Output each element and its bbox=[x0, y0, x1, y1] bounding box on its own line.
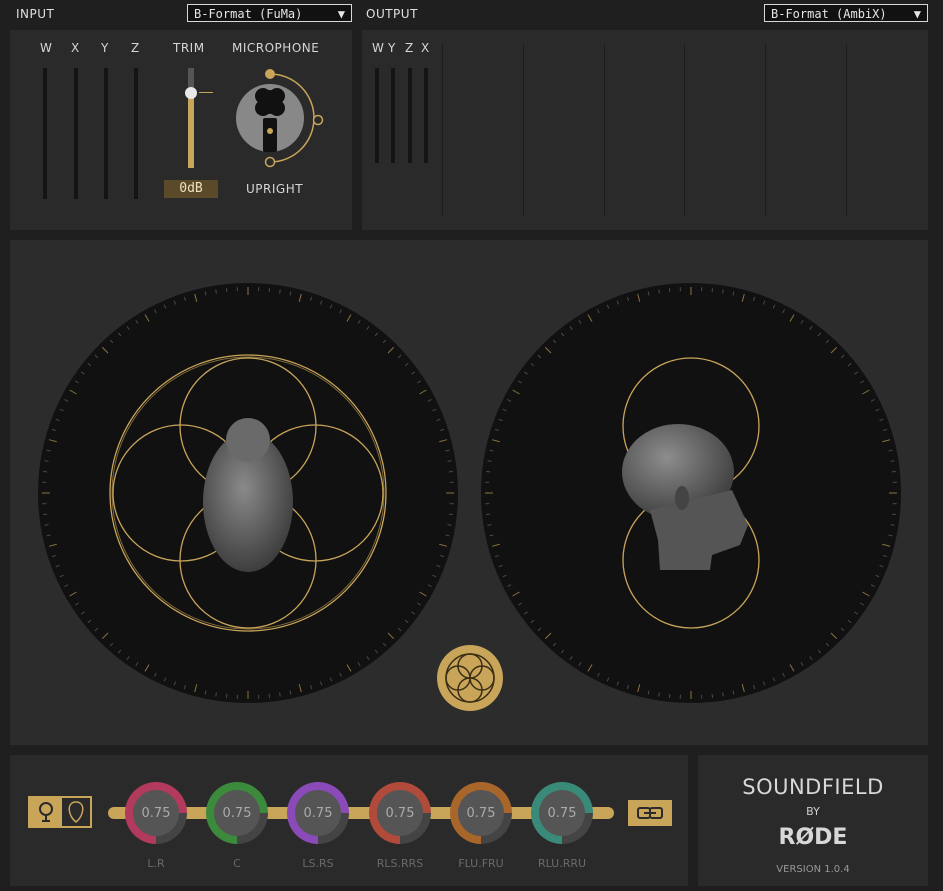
input-meter-y bbox=[104, 68, 108, 199]
output-grid-line bbox=[846, 44, 847, 216]
brand-name: RØDE bbox=[778, 825, 848, 850]
soundfield-logo-icon[interactable] bbox=[437, 645, 503, 711]
microphone-icon bbox=[236, 84, 304, 152]
trim-slider-handle[interactable] bbox=[185, 87, 197, 99]
input-format-value: B-Format (FuMa) bbox=[194, 7, 303, 21]
polar-tick bbox=[722, 692, 724, 697]
input-panel: W X Y Z TRIM 0dB MICROPHONE UPRIGHT bbox=[10, 30, 352, 230]
out-meter-label-w: W bbox=[372, 41, 385, 55]
polar-tick bbox=[890, 460, 895, 462]
cardioid-icon[interactable] bbox=[62, 800, 90, 824]
chevron-down-icon: ▼ bbox=[337, 7, 345, 21]
output-meter-w bbox=[375, 68, 379, 163]
input-format-select[interactable]: B-Format (FuMa) ▼ bbox=[187, 4, 352, 22]
microphone-label: MICROPHONE bbox=[232, 41, 320, 55]
decoder-value: 0.75 bbox=[295, 790, 341, 836]
meter-label-z: Z bbox=[131, 41, 140, 55]
input-meter-w bbox=[43, 68, 47, 199]
decoder-label: L.R bbox=[147, 857, 165, 870]
polar-tick bbox=[658, 289, 660, 294]
decoder-label: FLU.FRU bbox=[458, 857, 504, 870]
decoder-value: 0.75 bbox=[539, 790, 585, 836]
link-icon bbox=[637, 807, 663, 819]
brand-by: BY bbox=[806, 805, 820, 818]
input-meter-z bbox=[134, 68, 138, 199]
output-format-value: B-Format (AmbiX) bbox=[771, 7, 887, 21]
microphone-orientation-label: UPRIGHT bbox=[246, 182, 304, 196]
output-grid-line bbox=[765, 44, 766, 216]
polar-tick bbox=[447, 524, 452, 526]
top-view-polar[interactable] bbox=[38, 283, 458, 703]
microphone-orientation-control[interactable] bbox=[234, 68, 330, 170]
polar-tick bbox=[44, 524, 49, 526]
output-format-select[interactable]: B-Format (AmbiX) ▼ bbox=[764, 4, 928, 22]
out-meter-label-z: Z bbox=[405, 41, 414, 55]
input-meter-x bbox=[74, 68, 78, 199]
output-grid-line bbox=[684, 44, 685, 216]
output-meter-x bbox=[424, 68, 428, 163]
decoder-value: 0.75 bbox=[377, 790, 423, 836]
decoder-value: 0.75 bbox=[458, 790, 504, 836]
polar-tick bbox=[279, 289, 281, 294]
polar-tick bbox=[722, 289, 724, 294]
meter-label-y: Y bbox=[101, 41, 109, 55]
decoder-dial[interactable]: 0.75 bbox=[369, 782, 431, 844]
polar-views bbox=[38, 283, 901, 711]
output-grid-line bbox=[523, 44, 524, 216]
decoder-value: 0.75 bbox=[214, 790, 260, 836]
version-text: VERSION 1.0.4 bbox=[776, 864, 850, 875]
out-meter-label-y: Y bbox=[388, 41, 396, 55]
chevron-down-icon: ▼ bbox=[913, 7, 921, 21]
decoder-dial[interactable]: 0.75 bbox=[287, 782, 349, 844]
output-grid-line bbox=[604, 44, 605, 216]
polar-tick bbox=[279, 692, 281, 697]
polar-tick bbox=[215, 692, 217, 697]
output-meter-y bbox=[391, 68, 395, 163]
brand-title: SOUNDFIELD bbox=[742, 775, 884, 799]
side-view-polar[interactable] bbox=[481, 283, 901, 703]
meter-label-x: X bbox=[71, 41, 80, 55]
decoder-dial[interactable]: 0.75 bbox=[125, 782, 187, 844]
decoder-label: RLU.RRU bbox=[537, 857, 587, 870]
output-panel: W Y Z X bbox=[362, 30, 928, 230]
polar-tick bbox=[658, 692, 660, 697]
polar-tick bbox=[215, 289, 217, 294]
polar-tick bbox=[487, 524, 492, 526]
polar-tick bbox=[890, 524, 895, 526]
mic-pattern-icon[interactable] bbox=[32, 800, 60, 824]
decoder-value: 0.75 bbox=[133, 790, 179, 836]
decoder-label: LS.RS bbox=[302, 857, 334, 870]
output-grid-line bbox=[442, 44, 443, 216]
polar-tick bbox=[44, 460, 49, 462]
output-meter-z bbox=[408, 68, 412, 163]
decoder-dial[interactable]: 0.75 bbox=[450, 782, 512, 844]
polar-tick bbox=[487, 460, 492, 462]
decoder-label: RLS.RRS bbox=[376, 857, 424, 870]
decoder-dial[interactable]: 0.75 bbox=[206, 782, 268, 844]
out-meter-label-x: X bbox=[421, 41, 430, 55]
polar-tick bbox=[447, 460, 452, 462]
decoder-label: C bbox=[233, 857, 241, 870]
decoder-dial[interactable]: 0.75 bbox=[531, 782, 593, 844]
brand-panel: SOUNDFIELD BY RØDE VERSION 1.0.4 bbox=[698, 755, 928, 886]
trim-value[interactable]: 0dB bbox=[164, 180, 218, 198]
polar-pattern-toggle[interactable] bbox=[28, 796, 92, 828]
link-button[interactable] bbox=[628, 800, 672, 826]
meter-label-w: W bbox=[40, 41, 53, 55]
trim-label: TRIM bbox=[173, 41, 205, 55]
